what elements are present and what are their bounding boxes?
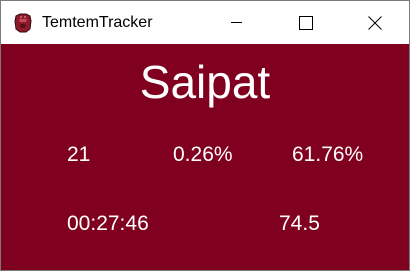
- tracker-panel: Saipat 21 0.26% 61.76% 00:27:46 74.5: [1, 44, 409, 270]
- minimize-icon: [230, 17, 242, 28]
- title-bar[interactable]: TemtemTracker: [1, 1, 409, 44]
- window-title: TemtemTracker: [42, 14, 153, 31]
- close-button[interactable]: [352, 1, 398, 44]
- close-icon: [368, 15, 382, 30]
- app-window: TemtemTracker Saipat 21 0.26% 61.76% 00:…: [0, 0, 410, 271]
- percentage-label: 0.26%: [173, 143, 233, 166]
- minimize-button[interactable]: [213, 1, 259, 44]
- maximize-button[interactable]: [283, 1, 329, 44]
- time-elapsed-label: 00:27:46: [67, 212, 149, 235]
- temtem-name-label: Saipat: [139, 56, 271, 108]
- encounters-per-hour-label: 74.5: [279, 212, 320, 235]
- luma-chance-label: 61.76%: [292, 143, 364, 166]
- encounter-count-label: 21: [67, 143, 91, 166]
- maximize-icon: [299, 15, 313, 30]
- temtem-tracker-app-icon: [14, 13, 32, 33]
